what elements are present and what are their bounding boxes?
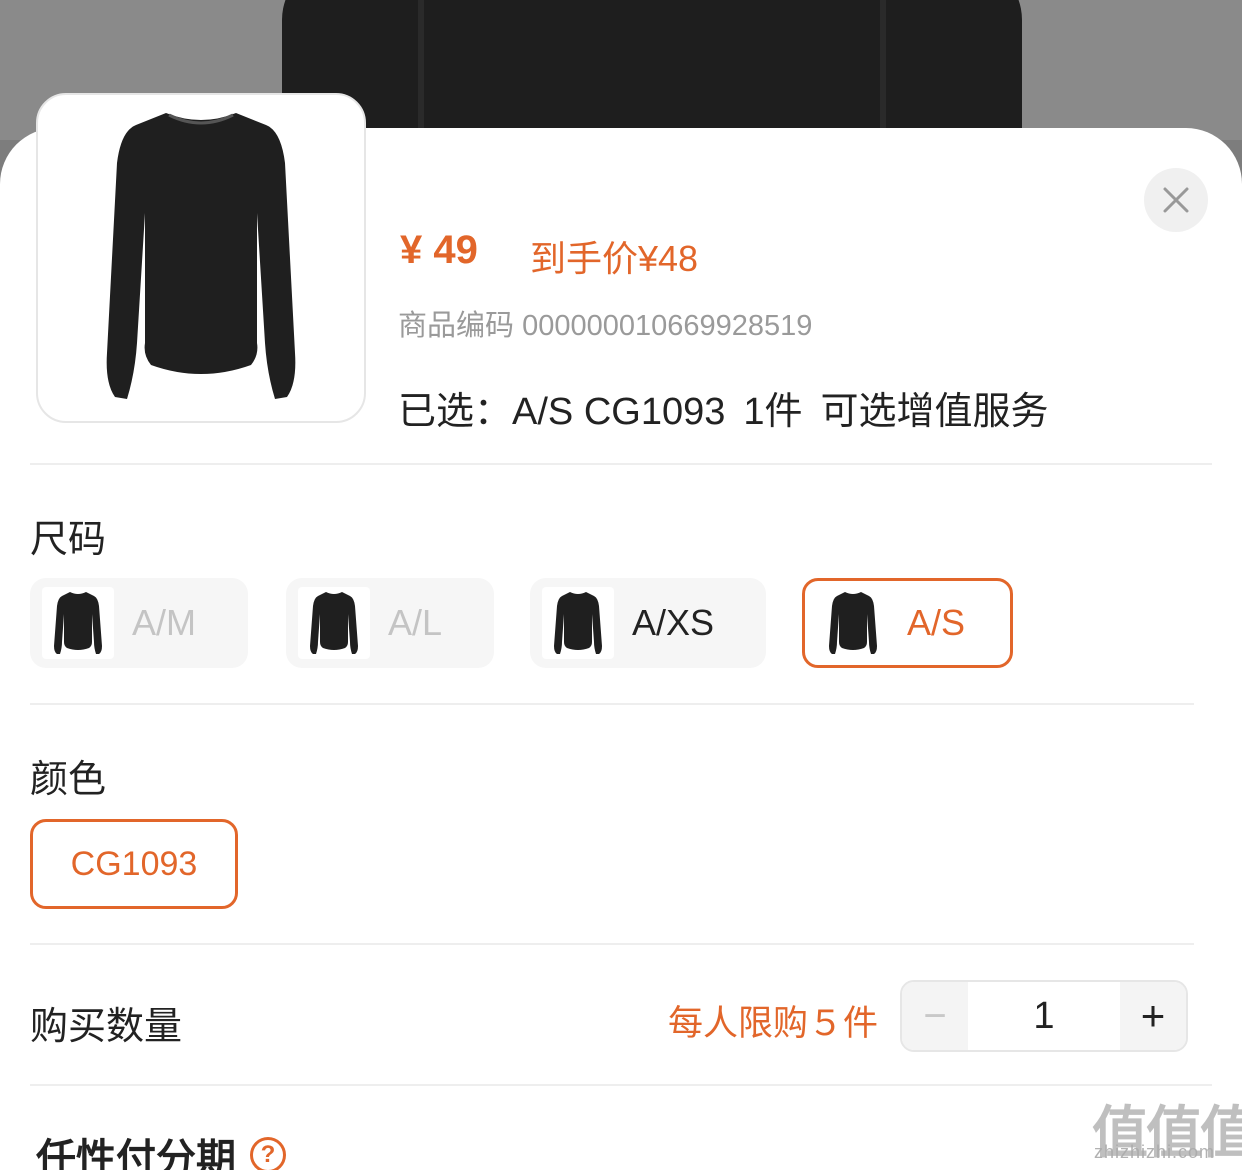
- shirt-icon: [817, 587, 889, 659]
- size-option-al[interactable]: A/L: [286, 578, 494, 668]
- shirt-icon: [42, 587, 114, 659]
- divider: [30, 703, 1194, 705]
- size-option-am[interactable]: A/M: [30, 578, 248, 668]
- shirt-icon: [298, 587, 370, 659]
- color-section-title: 颜色: [30, 759, 107, 801]
- decrease-button[interactable]: −: [902, 982, 968, 1050]
- divider: [30, 943, 1194, 945]
- help-icon[interactable]: ?: [250, 1137, 286, 1170]
- color-option-cg1093[interactable]: CG1093: [30, 819, 238, 909]
- sku-value: 000000010669928519: [522, 310, 813, 342]
- quantity-stepper: − 1 +: [900, 980, 1188, 1052]
- divider: [30, 463, 1212, 465]
- watermark-url: zhizhizhi.com: [1094, 1142, 1216, 1162]
- selected-size-color: A/S CG1093: [512, 391, 726, 433]
- divider: [30, 1084, 1212, 1086]
- size-option-as[interactable]: A/S: [802, 578, 1013, 668]
- size-option-axs[interactable]: A/XS: [530, 578, 766, 668]
- selected-service: 可选增值服务: [820, 391, 1049, 433]
- shirt-icon: [542, 587, 614, 659]
- shirt-seam: [880, 0, 886, 140]
- size-section-title: 尺码: [30, 519, 107, 561]
- close-button[interactable]: [1144, 168, 1208, 232]
- quantity-section-title: 购买数量: [30, 1006, 183, 1048]
- size-label: A/M: [132, 602, 197, 643]
- quantity-value[interactable]: 1: [968, 982, 1120, 1050]
- size-label: A/L: [388, 602, 443, 643]
- size-label: A/S: [907, 602, 966, 643]
- installment-section: 任性付分期 ?: [36, 1126, 286, 1170]
- increase-button[interactable]: +: [1120, 982, 1186, 1050]
- sku-label: 商品编码: [398, 310, 515, 342]
- shirt-background-shape: [282, 0, 1022, 140]
- close-icon: [1163, 187, 1189, 213]
- price: ¥ 49: [400, 228, 478, 272]
- purchase-limit: 每人限购５件: [668, 1004, 879, 1043]
- final-price: 到手价¥48: [530, 238, 699, 279]
- selected-summary: 已选：A/S CG1093 1件 可选增值服务: [398, 380, 1067, 435]
- selected-qty: 1件: [743, 391, 803, 433]
- product-thumbnail: [36, 93, 366, 423]
- selected-prefix: 已选：: [398, 391, 513, 433]
- size-label: A/XS: [632, 602, 715, 643]
- shirt-seam: [418, 0, 424, 140]
- shirt-icon: [106, 113, 296, 399]
- sku-code: 商品编码 000000010669928519: [398, 302, 812, 344]
- installment-title: 任性付分期: [36, 1137, 236, 1170]
